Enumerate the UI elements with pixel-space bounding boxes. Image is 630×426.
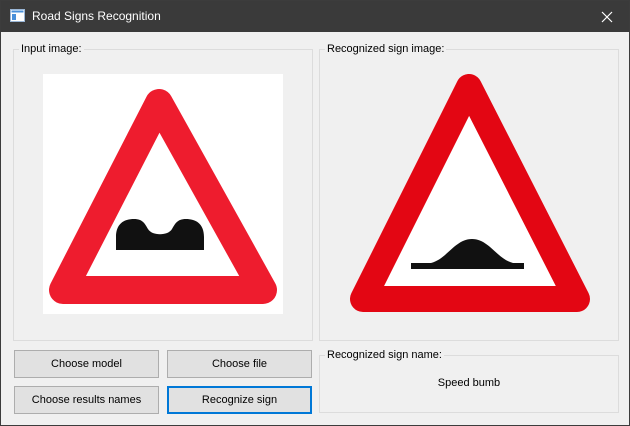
input-image-group: Input image: <box>13 42 313 341</box>
input-image-label: Input image: <box>19 42 84 56</box>
title-bar[interactable]: Road Signs Recognition <box>1 1 629 32</box>
close-button[interactable] <box>585 1 629 32</box>
window-app-icon <box>10 9 25 22</box>
recognized-image-label: Recognized sign image: <box>325 42 447 56</box>
close-icon <box>601 11 613 22</box>
app-window: Road Signs Recognition Input image: Reco… <box>0 0 630 426</box>
recognized-sign-image <box>350 74 590 312</box>
input-image <box>43 74 283 314</box>
recognized-image-group: Recognized sign image: <box>319 42 619 341</box>
recognized-image <box>349 73 591 315</box>
recognized-name-group: Recognized sign name: Speed bumb <box>319 348 619 413</box>
input-sign-triangle <box>49 89 277 304</box>
recognized-sign-name: Speed bumb <box>437 377 501 389</box>
choose-file-button[interactable]: Choose file <box>167 350 312 378</box>
choose-results-names-button[interactable]: Choose results names <box>14 386 159 414</box>
window-title: Road Signs Recognition <box>32 9 161 23</box>
input-sign-image <box>49 89 277 304</box>
choose-model-button[interactable]: Choose model <box>14 350 159 378</box>
recognize-sign-button[interactable]: Recognize sign <box>167 386 312 414</box>
recognized-name-label: Recognized sign name: <box>325 348 444 362</box>
